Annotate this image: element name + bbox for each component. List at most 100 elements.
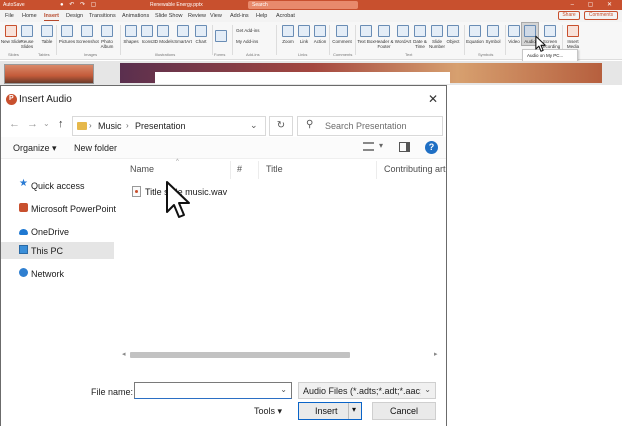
tab-transitions[interactable]: Transitions xyxy=(89,13,116,19)
group-comments-label: Comments xyxy=(333,52,353,57)
nav-item-microsoft-powerpoint[interactable]: Microsoft PowerPoint xyxy=(1,200,116,217)
equation-icon xyxy=(469,25,481,37)
tab-view[interactable]: View xyxy=(210,13,222,19)
pictures-icon xyxy=(61,25,73,37)
autosave-toggle[interactable]: AutoSave xyxy=(3,2,25,8)
recent-locations-icon[interactable]: ⌄ xyxy=(43,119,50,128)
horizontal-scrollbar[interactable]: ◂ ▸ xyxy=(118,349,446,361)
column-header-name[interactable]: Name xyxy=(130,164,154,174)
sort-ascending-icon: ^ xyxy=(176,159,179,165)
file-type-value: Audio Files (*.adts;*.adt;*.aac;*.aif xyxy=(303,386,421,396)
powerpoint-title-bar: AutoSave ● ↶ ↷ ▢ Renewable Energy.pptx S… xyxy=(0,0,622,10)
breadcrumb-music[interactable]: Music xyxy=(98,121,122,131)
get-add-ins-button[interactable]: Get Add-ins xyxy=(236,28,260,33)
share-button[interactable]: Share xyxy=(558,11,580,20)
file-type-select[interactable]: Audio Files (*.adts;*.adt;*.aac;*.aif ⌄ xyxy=(298,382,436,399)
insert-media-button[interactable]: Insert Media xyxy=(562,25,584,49)
tab-animations[interactable]: Animations xyxy=(122,13,149,19)
object-icon xyxy=(447,25,459,37)
slide-canvas[interactable] xyxy=(120,63,602,84)
address-bar[interactable]: › Music › Presentation ⌄ xyxy=(72,116,266,136)
scroll-left-icon[interactable]: ◂ xyxy=(122,350,126,358)
window-controls[interactable]: – ▢ ✕ xyxy=(571,1,618,8)
comment-icon xyxy=(336,25,348,37)
reuse-slides-icon xyxy=(21,25,33,37)
ppt-search-box[interactable]: Search xyxy=(248,1,358,9)
nav-item-this-pc[interactable]: This PC xyxy=(1,242,114,259)
insert-button[interactable]: Insert ▾ xyxy=(298,402,362,420)
view-options-icon[interactable] xyxy=(363,142,374,151)
column-divider[interactable] xyxy=(230,161,231,179)
object-button[interactable]: Object xyxy=(442,25,464,44)
view-dropdown-icon[interactable]: ▾ xyxy=(379,141,383,150)
pictures-button[interactable]: Pictures xyxy=(56,25,78,44)
table-button[interactable]: Table xyxy=(36,25,58,44)
nav-item-quick-access[interactable]: ★ Quick access xyxy=(1,177,114,194)
breadcrumb-separator: › xyxy=(89,121,92,130)
insert-dropdown-icon[interactable]: ▾ xyxy=(352,405,356,414)
quick-access-toolbar[interactable]: ● ↶ ↷ ▢ xyxy=(60,1,98,8)
slide-workspace xyxy=(0,61,622,85)
my-add-ins-button[interactable]: My Add-ins xyxy=(236,39,258,44)
tab-home[interactable]: Home xyxy=(22,13,37,19)
folder-icon xyxy=(77,122,87,130)
up-arrow-icon[interactable]: ↑ xyxy=(58,118,64,130)
cancel-button[interactable]: Cancel xyxy=(372,402,436,420)
preview-pane-icon[interactable] xyxy=(399,142,410,152)
tab-help[interactable]: Help xyxy=(256,13,267,19)
3d-models-button[interactable]: 3D Models xyxy=(152,25,174,44)
tab-review[interactable]: Review xyxy=(188,13,206,19)
tab-design[interactable]: Design xyxy=(66,13,83,19)
column-header-title[interactable]: Title xyxy=(266,164,283,174)
organize-button[interactable]: Organize ▾ xyxy=(13,143,57,154)
comment-button[interactable]: Comment xyxy=(331,25,353,44)
chart-button[interactable]: Chart xyxy=(190,25,212,44)
audio-on-my-pc-item[interactable]: Audio on My PC... xyxy=(527,53,563,58)
mouse-cursor-icon xyxy=(166,181,190,218)
column-header-contributing-artists[interactable]: Contributing artists xyxy=(384,164,446,174)
close-icon[interactable]: ✕ xyxy=(428,92,438,106)
scroll-right-icon[interactable]: ▸ xyxy=(434,350,438,358)
symbol-button[interactable]: Symbol xyxy=(482,25,504,44)
3d-models-icon xyxy=(157,25,169,37)
powerpoint-icon xyxy=(6,94,17,105)
scroll-thumb[interactable] xyxy=(130,352,350,358)
slide-thumbnail[interactable] xyxy=(4,64,94,84)
action-button[interactable]: Action xyxy=(309,25,331,44)
new-folder-button[interactable]: New folder xyxy=(74,143,117,153)
comments-button[interactable]: Comments xyxy=(584,11,618,20)
wordart-icon xyxy=(397,25,409,37)
file-row-title-slide-music[interactable]: Title slide music.wav xyxy=(130,184,280,200)
tab-slide-show[interactable]: Slide Show xyxy=(155,13,183,19)
nav-item-network[interactable]: Network xyxy=(1,265,114,282)
file-name-input[interactable]: ⌄ xyxy=(134,382,292,399)
powerpoint-icon xyxy=(19,203,28,212)
tools-button[interactable]: Tools ▾ xyxy=(254,406,282,417)
file-name-label: File name: xyxy=(91,387,134,397)
photo-album-button[interactable]: Photo Album xyxy=(96,25,118,49)
tab-insert[interactable]: Insert xyxy=(44,13,59,21)
header-footer-icon xyxy=(378,25,390,37)
column-divider[interactable] xyxy=(376,161,377,179)
search-input[interactable]: ⚲ Search Presentation xyxy=(297,116,443,136)
tab-acrobat[interactable]: Acrobat xyxy=(276,13,295,19)
screenshot-button[interactable]: Screenshot xyxy=(76,25,99,44)
tab-file[interactable]: File xyxy=(5,13,14,19)
insert-label: Insert xyxy=(315,406,338,416)
help-icon[interactable]: ? xyxy=(425,141,438,154)
forward-arrow-icon[interactable]: → xyxy=(27,118,38,130)
tab-add-ins[interactable]: Add-ins xyxy=(230,13,249,19)
column-header-number[interactable]: # xyxy=(237,164,242,174)
dialog-title-bar: Insert Audio ✕ xyxy=(1,86,446,113)
slide-text-placeholder[interactable] xyxy=(155,72,450,84)
reuse-slides-button[interactable]: Reuse Slides xyxy=(16,25,38,49)
nav-item-onedrive[interactable]: OneDrive xyxy=(1,223,114,240)
navigation-pane: ★ Quick access Microsoft PowerPoint OneD… xyxy=(1,159,116,369)
group-text-label: Text xyxy=(405,52,413,57)
file-name-dropdown-icon[interactable]: ⌄ xyxy=(280,385,287,394)
column-divider[interactable] xyxy=(258,161,259,179)
address-dropdown-icon[interactable]: ⌄ xyxy=(250,120,258,131)
back-arrow-icon[interactable]: ← xyxy=(9,118,20,130)
breadcrumb-presentation[interactable]: Presentation xyxy=(135,121,186,131)
refresh-button[interactable]: ↻ xyxy=(269,116,293,136)
